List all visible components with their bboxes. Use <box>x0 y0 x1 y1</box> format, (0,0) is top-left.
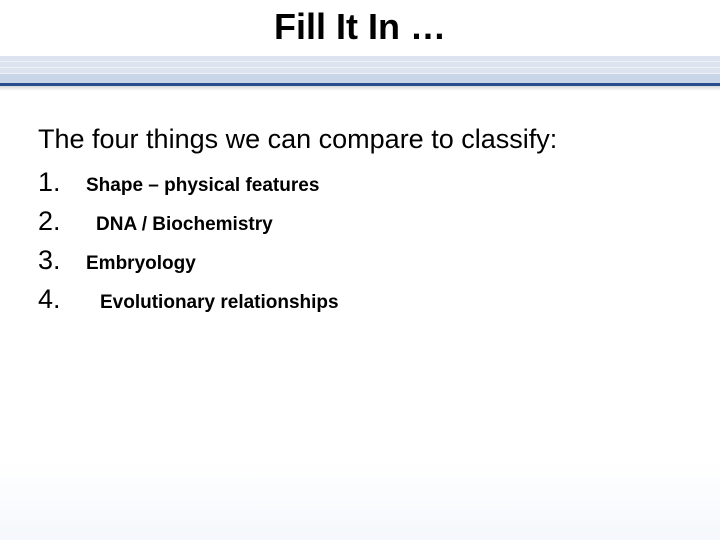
title-area: Fill It In … <box>0 0 720 48</box>
item-number: 2. <box>38 206 86 237</box>
divider-band <box>0 56 720 86</box>
list-item: 2. DNA / Biochemistry <box>38 206 682 237</box>
item-number: 3. <box>38 245 86 276</box>
intro-text: The four things we can compare to classi… <box>38 124 682 155</box>
item-answer: Embryology <box>86 253 196 275</box>
item-number: 4. <box>38 284 86 315</box>
item-answer: Evolutionary relationships <box>86 292 339 314</box>
list-item: 1. Shape – physical features <box>38 167 682 198</box>
list-item: 4. Evolutionary relationships <box>38 284 682 315</box>
slide: Fill It In … The four things we can comp… <box>0 0 720 540</box>
content-area: The four things we can compare to classi… <box>0 86 720 315</box>
list-item: 3. Embryology <box>38 245 682 276</box>
slide-title: Fill It In … <box>0 6 720 48</box>
item-answer: Shape – physical features <box>86 175 319 197</box>
item-answer: DNA / Biochemistry <box>86 214 273 236</box>
item-number: 1. <box>38 167 86 198</box>
